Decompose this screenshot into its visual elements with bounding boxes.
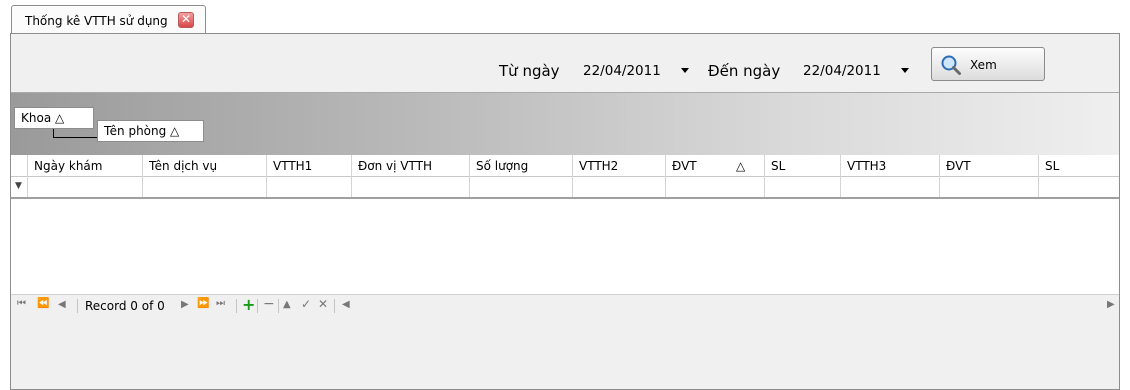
column-header-ten-dich-vu[interactable]: Tên dịch vụ	[143, 155, 267, 177]
prev-icon[interactable]: ◀	[58, 299, 66, 310]
filter-cell[interactable]	[470, 177, 573, 197]
edit-icon[interactable]: ▲	[283, 299, 291, 310]
add-icon[interactable]: +	[242, 295, 255, 314]
separator	[278, 299, 279, 313]
auto-filter-row: ▼	[11, 177, 1119, 199]
filter-row-indicator: ▼	[11, 177, 28, 197]
filter-cell[interactable]	[352, 177, 470, 197]
next-icon[interactable]: ▶	[181, 299, 189, 310]
save-icon[interactable]: ✓	[301, 297, 311, 311]
row-indicator-header	[11, 155, 28, 177]
from-date-picker[interactable]: 22/04/2011	[583, 60, 661, 84]
column-header-dvt[interactable]: ĐVT △	[666, 155, 765, 177]
column-header-vtth3[interactable]: VTTH3	[841, 155, 940, 177]
filter-bar: Từ ngày 22/04/2011 Đến ngày 22/04/2011 X…	[11, 34, 1119, 92]
column-header-vtth2[interactable]: VTTH2	[573, 155, 666, 177]
column-header-sl[interactable]: SL	[765, 155, 841, 177]
column-header-vtth1[interactable]: VTTH1	[267, 155, 352, 177]
view-button[interactable]: Xem	[931, 47, 1045, 81]
filter-icon: ▼	[15, 181, 22, 191]
group-chip-khoa[interactable]: Khoa △	[14, 107, 94, 129]
column-header-sl-2[interactable]: SL	[1039, 155, 1119, 177]
group-chip-ten-phong[interactable]: Tên phòng △	[97, 120, 204, 142]
column-header-so-luong[interactable]: Số lượng	[470, 155, 573, 177]
next-page-icon[interactable]: ⏩	[197, 298, 209, 309]
separator	[77, 299, 78, 313]
scroll-right-icon[interactable]: ▶	[1107, 299, 1115, 310]
delete-icon[interactable]: −	[263, 296, 275, 312]
sort-ascending-icon: △	[736, 159, 746, 173]
separator	[257, 299, 258, 313]
column-header-ngay-kham[interactable]: Ngày khám	[28, 155, 143, 177]
tab-thong-ke-vtth[interactable]: Thống kê VTTH sử dụng ✕	[11, 5, 206, 35]
tab-title: Thống kê VTTH sử dụng	[25, 14, 168, 28]
separator	[334, 299, 335, 313]
filter-cell[interactable]	[940, 177, 1039, 197]
cancel-icon[interactable]: ✕	[318, 297, 328, 311]
scroll-left-icon[interactable]: ◀	[342, 299, 350, 310]
to-date-label: Đến ngày	[708, 62, 781, 80]
filter-cell[interactable]	[28, 177, 143, 197]
filter-cell[interactable]	[765, 177, 841, 197]
prev-page-icon[interactable]: ⏪	[37, 298, 49, 309]
magnifier-icon	[941, 55, 961, 75]
column-header-don-vi-vtth[interactable]: Đơn vị VTTH	[352, 155, 470, 177]
tab-strip: Thống kê VTTH sử dụng ✕	[0, 0, 1130, 35]
record-counter: Record 0 of 0	[85, 299, 165, 313]
to-date-dropdown-icon[interactable]	[901, 68, 909, 73]
filter-cell[interactable]	[666, 177, 765, 197]
from-date-dropdown-icon[interactable]	[681, 68, 689, 73]
from-date-label: Từ ngày	[499, 62, 560, 80]
main-panel: Từ ngày 22/04/2011 Đến ngày 22/04/2011 X…	[10, 33, 1120, 390]
close-icon[interactable]: ✕	[178, 12, 194, 28]
group-chip-khoa-label: Khoa △	[21, 111, 65, 125]
last-icon[interactable]: ⏭	[216, 298, 225, 309]
filter-cell[interactable]	[143, 177, 267, 197]
first-icon[interactable]: ⏮	[17, 298, 26, 309]
separator	[236, 299, 237, 313]
column-header-dvt-2[interactable]: ĐVT	[940, 155, 1039, 177]
filter-cell[interactable]	[841, 177, 940, 197]
filter-cell[interactable]	[573, 177, 666, 197]
filter-cell[interactable]	[1039, 177, 1119, 197]
data-grid: Khoa △ Tên phòng △ Ngày khám Tên dịch vụ…	[11, 92, 1119, 316]
group-chip-ten-phong-label: Tên phòng △	[104, 124, 180, 138]
column-header-row: Ngày khám Tên dịch vụ VTTH1 Đơn vị VTTH …	[11, 155, 1119, 177]
to-date-picker[interactable]: 22/04/2011	[803, 60, 881, 84]
from-date-value: 22/04/2011	[583, 63, 661, 79]
filter-cell[interactable]	[267, 177, 352, 197]
view-button-label: Xem	[970, 58, 997, 72]
to-date-value: 22/04/2011	[803, 63, 881, 79]
group-by-panel: Khoa △ Tên phòng △	[11, 93, 1119, 155]
record-navigator: ⏮ ⏪ ◀ Record 0 of 0 ▶ ⏩ ⏭ + − ▲ ✓ ✕ ◀ ▶	[11, 294, 1119, 316]
group-connector	[53, 129, 97, 138]
